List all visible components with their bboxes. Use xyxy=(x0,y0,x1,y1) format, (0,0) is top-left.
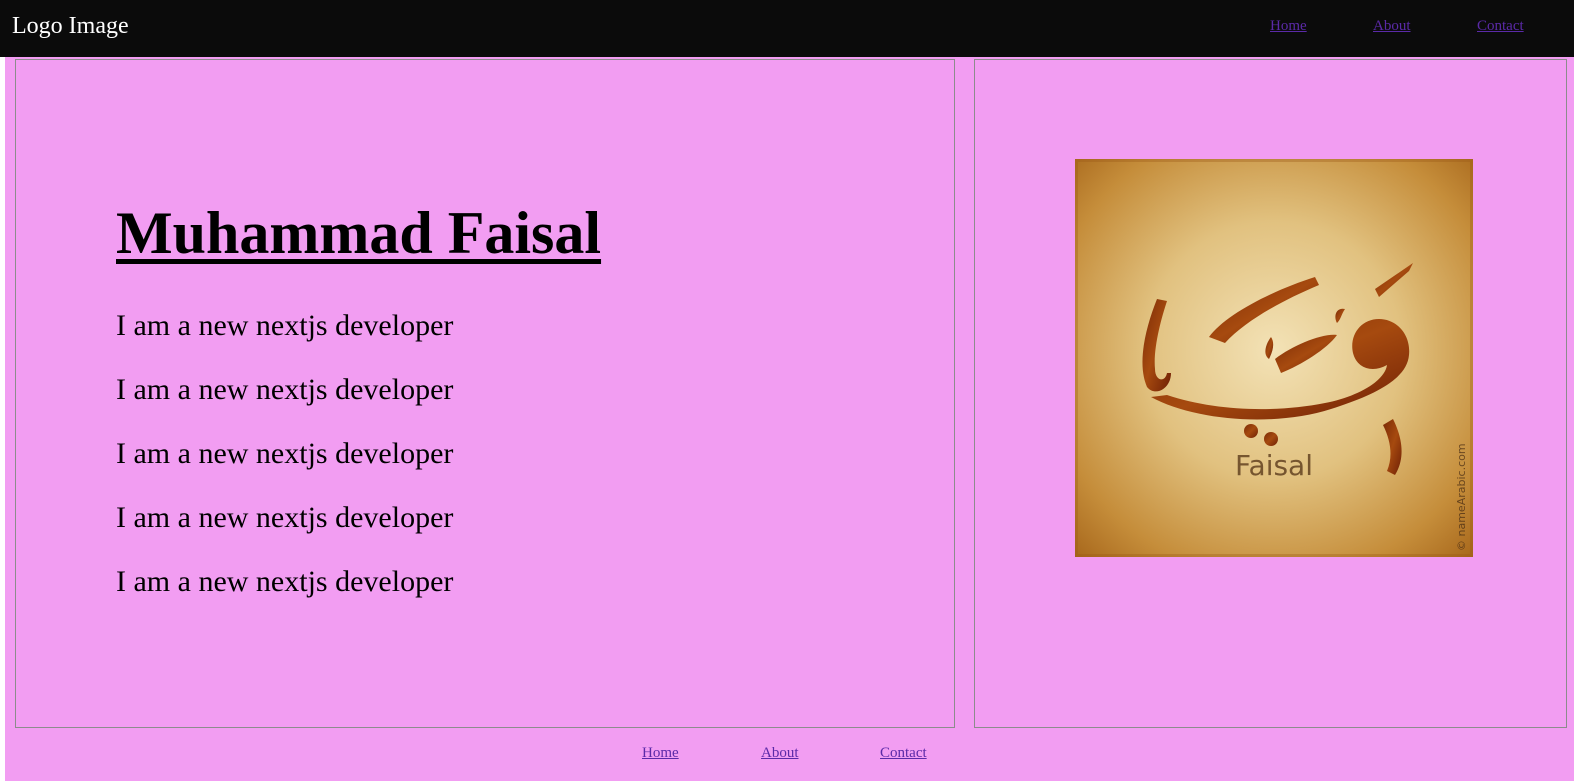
logo-text[interactable]: Logo Image xyxy=(12,12,129,40)
intro-line: I am a new nextjs developer xyxy=(116,565,454,598)
nav-contact-link[interactable]: Contact xyxy=(1477,17,1524,35)
watermark-text: © nameArabic.com xyxy=(1455,443,1468,551)
nav-about-link[interactable]: About xyxy=(1373,17,1411,35)
page-title: Muhammad Faisal xyxy=(116,200,602,266)
calligraphy-latin-text: Faisal xyxy=(1235,449,1313,482)
footer-about-link[interactable]: About xyxy=(761,744,799,762)
footer-home-link[interactable]: Home xyxy=(642,744,679,762)
name-calligraphy-image: Faisal © nameArabic.com xyxy=(1075,159,1473,557)
footer-contact-link[interactable]: Contact xyxy=(880,744,927,762)
intro-line: I am a new nextjs developer xyxy=(116,309,454,342)
intro-line: I am a new nextjs developer xyxy=(116,373,454,406)
intro-line: I am a new nextjs developer xyxy=(116,501,454,534)
intro-line: I am a new nextjs developer xyxy=(116,437,454,470)
top-navbar: Logo Image Home About Contact xyxy=(0,0,1574,57)
nav-home-link[interactable]: Home xyxy=(1270,17,1307,35)
calligraphy-artwork: Faisal © nameArabic.com xyxy=(1075,159,1473,557)
